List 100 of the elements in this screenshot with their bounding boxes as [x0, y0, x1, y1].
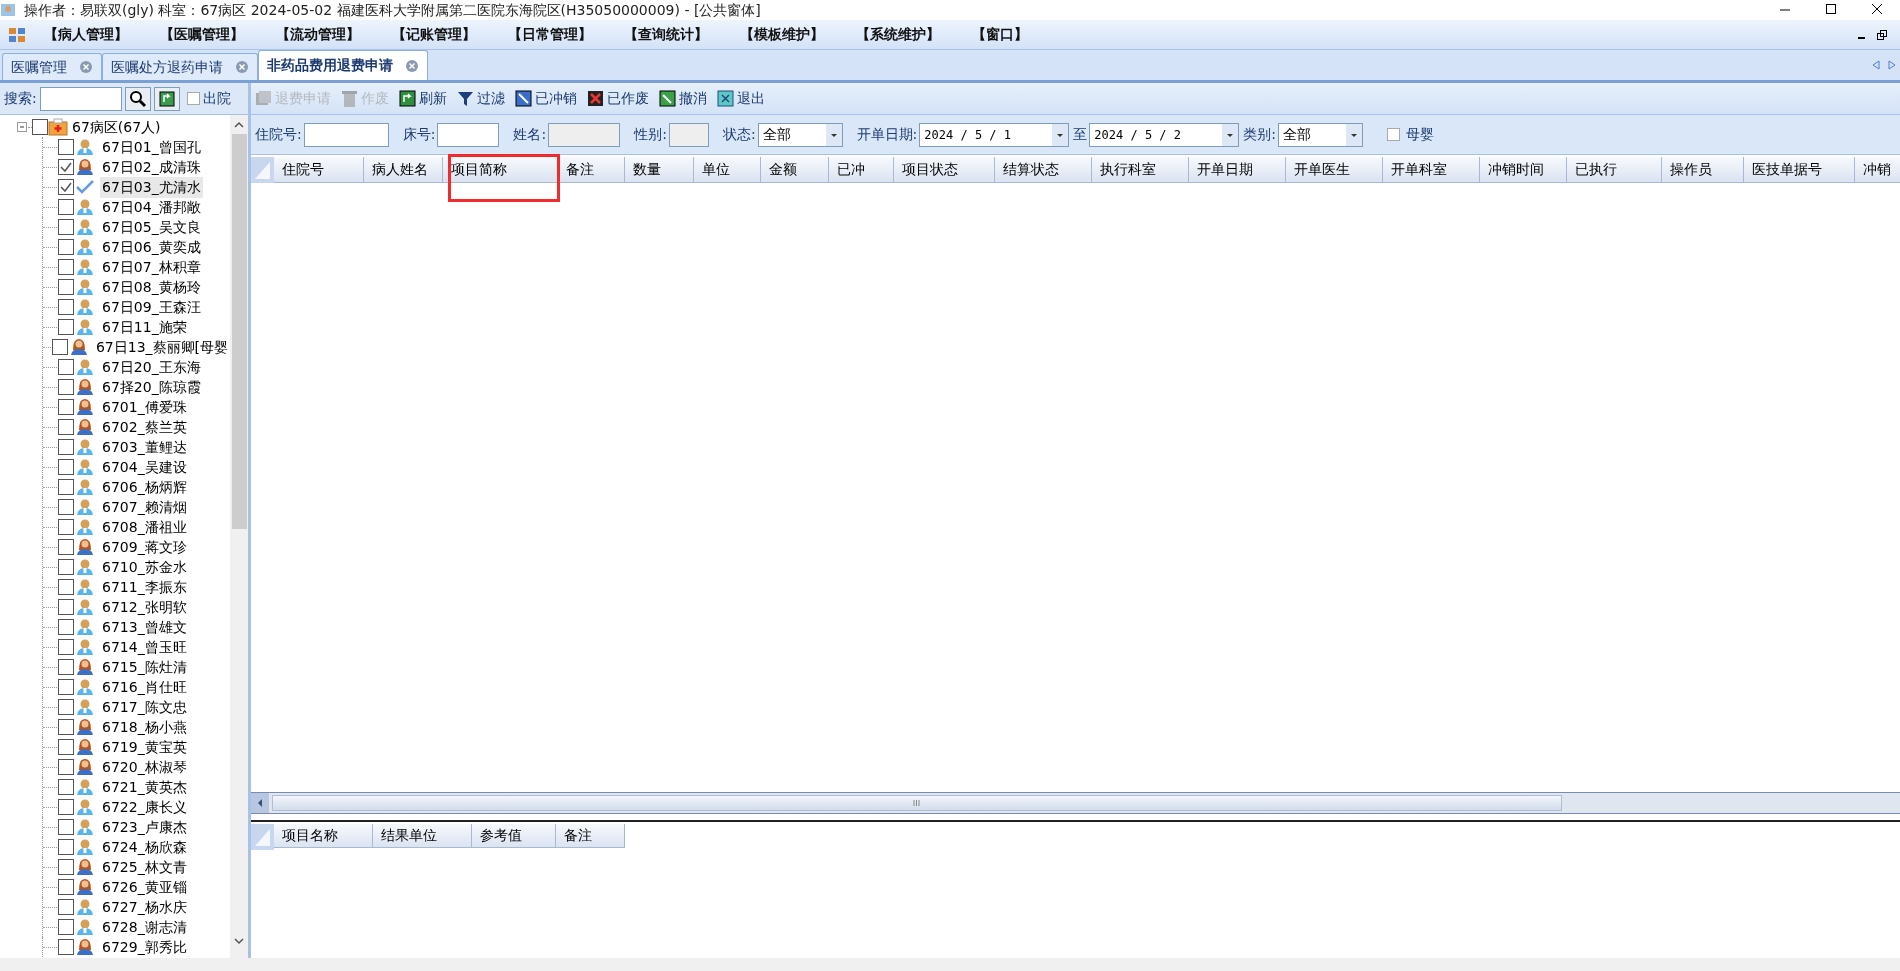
checkbox[interactable] [186, 92, 200, 105]
tree-item[interactable]: 6701_傅爱珠 [100, 396, 189, 418]
refresh-icon[interactable] [153, 86, 180, 111]
column-header[interactable]: 医技单据号 [1744, 157, 1855, 183]
toolbar-button[interactable]: 刷新 [399, 88, 447, 109]
tree-item[interactable]: 6710_苏金水 [100, 556, 189, 578]
checkbox[interactable] [58, 899, 74, 915]
tree-item[interactable]: 6703_董鲤达 [100, 436, 189, 458]
menu-item[interactable]: 【医嘱管理】 [160, 24, 276, 45]
scroll-thumb[interactable] [231, 134, 247, 529]
tab[interactable]: 非药品费用退费申请 [258, 50, 428, 80]
scrollbar[interactable] [230, 115, 248, 958]
checkbox[interactable] [58, 499, 74, 515]
restore-icon[interactable] [1876, 28, 1888, 41]
checkbox[interactable] [58, 159, 74, 175]
tree-item[interactable]: 6713_曾雄文 [100, 616, 189, 638]
menu-item[interactable]: 【流动管理】 [276, 24, 392, 45]
input-field[interactable] [437, 122, 500, 147]
tab[interactable]: 医嘱处方退药申请 [102, 53, 258, 80]
checkbox[interactable] [58, 359, 74, 375]
tab[interactable]: 医嘱管理 [2, 53, 102, 80]
tree-item[interactable]: 6706_杨炳辉 [100, 476, 189, 498]
column-header[interactable]: 病人姓名 [364, 157, 443, 183]
checkbox[interactable] [58, 599, 74, 615]
column-header[interactable]: 备注 [556, 824, 625, 848]
menu-item[interactable]: 【记账管理】 [392, 24, 508, 45]
tree-item[interactable]: 67日01_曾国孔 [100, 136, 203, 158]
checkbox[interactable] [58, 139, 74, 155]
horizontal-scrollbar[interactable] [251, 792, 1900, 814]
checkbox[interactable] [58, 719, 74, 735]
tree-item[interactable]: 6729_郭秀比 [100, 936, 189, 958]
column-header[interactable]: 冲销时间 [1480, 157, 1567, 183]
tree-item[interactable]: 67日11_施荣 [100, 316, 189, 338]
checkbox[interactable] [58, 479, 74, 495]
column-header[interactable]: 操作员 [1662, 157, 1744, 183]
tree-item[interactable]: 67日08_黄杨玲 [100, 276, 203, 298]
search-icon[interactable] [124, 86, 151, 111]
tree-item[interactable]: 6723_卢康杰 [100, 816, 189, 838]
menu-item[interactable]: 【窗口】 [972, 24, 1088, 45]
checkbox[interactable] [58, 199, 74, 215]
toolbar-button[interactable]: 退出 [717, 88, 765, 109]
toolbar-button[interactable]: 已作废 [587, 88, 649, 109]
column-header[interactable]: 开单日期 [1189, 157, 1286, 183]
tree-item[interactable]: 6728_谢志清 [100, 916, 189, 938]
tree-item[interactable]: 6727_杨水庆 [100, 896, 189, 918]
checkbox[interactable] [58, 299, 74, 315]
tree-item[interactable]: 67日05_吴文良 [100, 216, 203, 238]
checkbox[interactable] [58, 319, 74, 335]
column-header[interactable]: 住院号 [274, 157, 364, 183]
column-header[interactable]: 结果单位 [373, 824, 472, 848]
column-header[interactable]: 数量 [625, 157, 694, 183]
column-header[interactable]: 执行科室 [1092, 157, 1189, 183]
checkbox[interactable] [58, 279, 74, 295]
tree-item[interactable]: 6726_黄亚锱 [100, 876, 189, 898]
checkbox[interactable] [58, 799, 74, 815]
column-header[interactable]: 已冲 [829, 157, 894, 183]
tree-item[interactable]: 67日06_黄奕成 [100, 236, 203, 258]
tree-item[interactable]: 67日04_潘邦敞 [100, 196, 203, 218]
tree-item[interactable]: 6722_康长义 [100, 796, 189, 818]
column-header[interactable]: 参考值 [472, 824, 556, 848]
checkbox[interactable] [58, 639, 74, 655]
checkbox[interactable] [58, 239, 74, 255]
column-header[interactable]: 结算状态 [995, 157, 1092, 183]
checkbox[interactable] [58, 759, 74, 775]
checkbox[interactable] [58, 659, 74, 675]
collapse-icon[interactable] [16, 121, 28, 133]
checkbox[interactable] [58, 879, 74, 895]
checkbox[interactable] [58, 779, 74, 795]
tree-item[interactable]: 6708_潘祖业 [100, 516, 189, 538]
tree-item[interactable]: 6709_蒋文珍 [100, 536, 189, 558]
column-header[interactable]: 金额 [761, 157, 829, 183]
menu-item[interactable]: 【病人管理】 [44, 24, 160, 45]
tree-item[interactable]: 6725_林文青 [100, 856, 189, 878]
column-header[interactable]: 备注 [558, 157, 625, 183]
tree-item[interactable]: 6711_李振东 [100, 576, 189, 598]
dropdown[interactable]: 全部 [757, 122, 843, 147]
column-header[interactable]: 项目简称 [443, 157, 558, 183]
checkbox[interactable] [58, 559, 74, 575]
tree-item[interactable]: 67日09_王森汪 [100, 296, 203, 318]
input-field[interactable] [303, 122, 389, 147]
tree-item[interactable]: 6721_黄英杰 [100, 776, 189, 798]
checkbox[interactable] [58, 699, 74, 715]
app-menu-icon[interactable] [8, 26, 26, 43]
checkbox[interactable] [58, 439, 74, 455]
tree-item[interactable]: 6715_陈灶清 [100, 656, 189, 678]
tree-item[interactable]: 67日07_林积章 [100, 256, 203, 278]
tree-item[interactable]: 6702_蔡兰英 [100, 416, 189, 438]
search-field[interactable] [39, 86, 122, 111]
toolbar-button[interactable]: 已冲销 [515, 88, 577, 109]
tree-item[interactable]: 67病区(67人) [72, 116, 161, 138]
checkbox[interactable] [32, 119, 48, 135]
tree-item[interactable]: 6716_肖仕旺 [100, 676, 189, 698]
column-header[interactable]: 单位 [694, 157, 761, 183]
tree-item[interactable]: 67日02_成清珠 [100, 156, 203, 178]
tree-item[interactable]: 67日13_蔡丽卿[母婴 [93, 336, 230, 358]
checkbox[interactable] [58, 459, 74, 475]
checkbox[interactable] [58, 179, 74, 195]
checkbox[interactable] [58, 419, 74, 435]
date-field[interactable]: 2024 / 5 / 2 [1089, 122, 1240, 147]
toolbar-button[interactable]: 撤消 [659, 88, 707, 109]
